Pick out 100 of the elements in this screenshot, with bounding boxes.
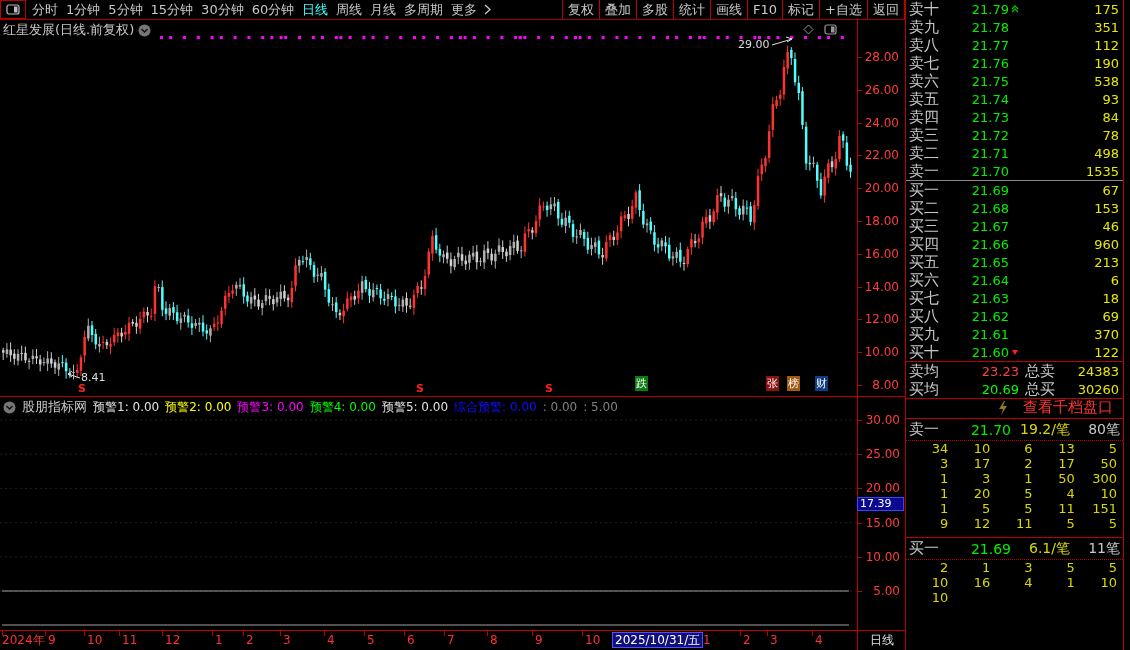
- value-tick: 25.00: [865, 447, 900, 462]
- queue-volume: 1: [981, 560, 991, 575]
- toolbar-button[interactable]: 画线: [710, 0, 748, 19]
- order-volume: 112: [1093, 37, 1119, 53]
- date-label: 5: [367, 632, 375, 649]
- period-tab[interactable]: 日线: [298, 0, 333, 19]
- date-label: 3: [283, 632, 291, 649]
- toolbar-button[interactable]: 标记: [782, 0, 820, 19]
- queue-volume: 11: [1057, 501, 1075, 516]
- date-label: 9: [48, 632, 56, 649]
- order-price: 21.68: [971, 200, 1009, 216]
- order-price: 21.63: [971, 290, 1009, 306]
- order-level-label: 卖十: [909, 0, 940, 18]
- indicator-value: 预警3: 0.00: [237, 398, 304, 416]
- date-label: 6: [407, 632, 415, 649]
- queue-volume: 17: [972, 456, 991, 471]
- queue-volume: 20: [972, 486, 991, 501]
- order-level-label: 卖二: [909, 144, 940, 162]
- chart-title: 红星发展(日线.前复权): [3, 21, 135, 39]
- price-tick: 10.00: [864, 345, 899, 360]
- queue-volume: 10: [1099, 486, 1117, 501]
- trade-count: 11笔: [1087, 539, 1120, 558]
- order-price: 21.75: [971, 73, 1009, 89]
- depth-link[interactable]: 查看千档盘口: [1023, 398, 1113, 417]
- period-tab[interactable]: 60分钟: [247, 0, 299, 19]
- date-label: 3: [770, 632, 778, 649]
- period-tab[interactable]: 周线: [332, 0, 367, 19]
- summary-label: 卖均: [909, 362, 940, 380]
- event-badge: 榜: [787, 376, 800, 391]
- date-label: 2024年: [2, 632, 45, 649]
- queue-volume: 17: [1057, 456, 1075, 471]
- queue-volume: 1: [938, 501, 949, 516]
- order-level-label: 卖六: [909, 72, 940, 90]
- date-label: 1: [215, 632, 223, 649]
- queue-volume: 50: [1099, 456, 1117, 471]
- order-price: 21.70: [971, 163, 1009, 179]
- low-price-label: 8.41: [81, 371, 106, 384]
- period-tab[interactable]: 5分钟: [104, 0, 147, 19]
- date-label: 2: [246, 632, 254, 649]
- queue-volume: 5: [1065, 560, 1075, 575]
- indicator-value: 预警1: 0.00: [93, 398, 160, 416]
- order-volume: 190: [1093, 55, 1119, 71]
- queue-volume: 1: [1023, 471, 1033, 486]
- order-volume: 351: [1093, 19, 1119, 35]
- period-tab[interactable]: 15分钟: [146, 0, 198, 19]
- indicator-value: : 0.00: [542, 400, 578, 414]
- toolbar-button[interactable]: 复权: [562, 0, 600, 19]
- period-tab[interactable]: 多周期: [400, 0, 448, 19]
- order-volume: 93: [1101, 91, 1119, 107]
- date-label: 4: [327, 632, 335, 649]
- order-price: 21.66: [971, 236, 1009, 252]
- date-label: 8: [490, 632, 498, 649]
- period-tab[interactable]: 30分钟: [197, 0, 248, 19]
- order-volume: 18: [1101, 290, 1119, 306]
- average-per-trade: 19.2/笔: [1019, 420, 1070, 439]
- indicator-value: 预警4: 0.00: [309, 398, 376, 416]
- period-tab[interactable]: 月线: [366, 0, 401, 19]
- date-label: 12: [165, 632, 181, 649]
- order-level-label: 卖三: [909, 126, 940, 144]
- price-tick: 20.00: [864, 181, 899, 196]
- period-tab[interactable]: 1分钟: [62, 0, 105, 19]
- price-tick: 24.00: [864, 115, 899, 130]
- order-volume: 1535: [1084, 163, 1119, 179]
- toolbar-button[interactable]: 叠加: [599, 0, 637, 19]
- date-label: 10: [585, 632, 601, 649]
- order-level-label: 卖九: [909, 18, 940, 36]
- queue-volume: 3: [1023, 560, 1033, 575]
- period-tab[interactable]: 更多: [447, 0, 482, 19]
- order-price: 21.64: [971, 272, 1009, 288]
- queue-volume: 5: [1107, 560, 1117, 575]
- order-price: 21.67: [971, 218, 1009, 234]
- order-level-label: 卖一: [909, 162, 940, 180]
- period-tab[interactable]: 分时: [28, 0, 62, 19]
- order-level-label: 买九: [909, 325, 940, 343]
- order-level-label: 卖八: [909, 36, 940, 54]
- toolbar-button[interactable]: F10: [747, 0, 783, 19]
- order-volume: 122: [1093, 344, 1119, 360]
- queue-volume: 1: [1065, 575, 1075, 590]
- order-price: 21.65: [971, 254, 1009, 270]
- summary-label: 总卖: [1024, 362, 1056, 380]
- toolbar-button[interactable]: 统计: [673, 0, 711, 19]
- depth-level-label: 卖一: [909, 420, 940, 439]
- average-per-trade: 6.1/笔: [1028, 539, 1070, 558]
- depth-price: 21.69: [969, 540, 1011, 557]
- queue-volume: 3: [938, 456, 949, 471]
- queue-volume: 50: [1057, 471, 1075, 486]
- value-tick: 20.00: [865, 481, 900, 496]
- price-tick: 26.00: [864, 82, 899, 97]
- queue-volume: 2: [1023, 456, 1033, 471]
- queue-volume: 151: [1091, 501, 1117, 516]
- toolbar-button[interactable]: 返回: [867, 0, 905, 19]
- queue-volume: 5: [1023, 486, 1033, 501]
- toolbar-button[interactable]: 多股: [636, 0, 674, 19]
- sell-signal-mark: S: [416, 383, 424, 394]
- order-price: 21.77: [971, 37, 1009, 53]
- current-value-label: 17.39: [857, 497, 904, 511]
- toolbar-button[interactable]: +自选: [819, 0, 867, 19]
- event-badge: 财: [815, 376, 828, 391]
- event-badge: 跌: [635, 376, 648, 391]
- order-price: 21.78: [971, 19, 1009, 35]
